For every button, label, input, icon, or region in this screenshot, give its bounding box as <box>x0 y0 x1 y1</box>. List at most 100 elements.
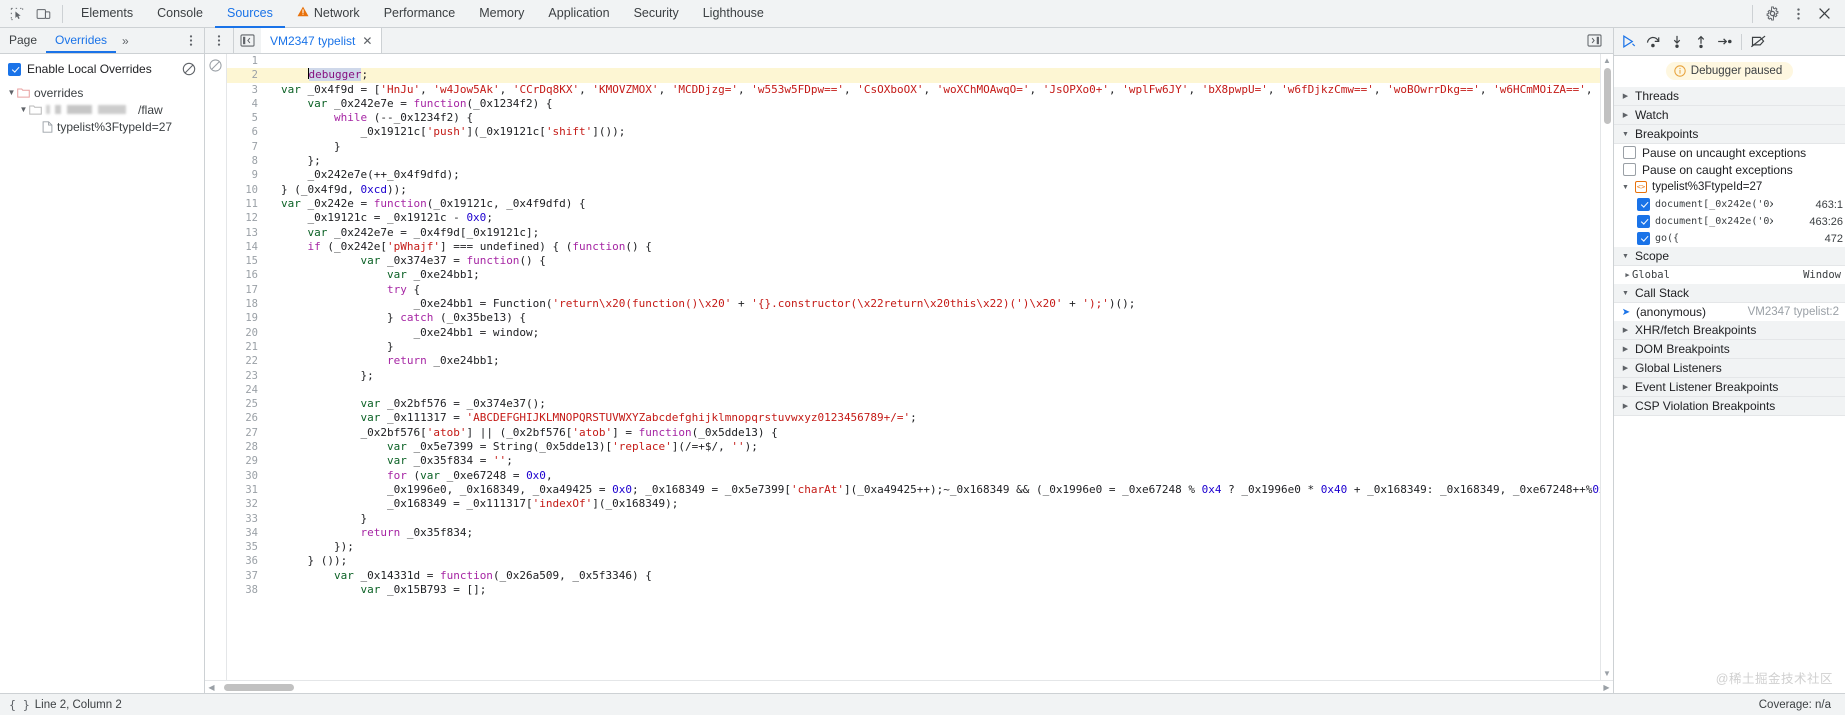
code-line[interactable]: 21 } <box>227 340 1600 354</box>
code-line[interactable]: 11 var _0x242e = function(_0x19121c, _0x4… <box>227 197 1600 211</box>
code-line[interactable]: 18 _0xe24bb1 = Function('return\x20(func… <box>227 297 1600 311</box>
navigator-tab-page[interactable]: Page <box>0 28 46 53</box>
chevron-right-icon[interactable]: ▶ <box>1621 111 1630 119</box>
tree-row-typelist-file[interactable]: ▼ typelist%3FtypeId=27 <box>0 118 204 135</box>
code-line[interactable]: 9 _0x242e7e(++_0x4f9dfd); <box>227 168 1600 182</box>
chevron-down-icon[interactable]: ▼ <box>6 88 17 97</box>
code-line-text[interactable]: var _0x111317 = 'ABCDEFGHIJKLMNOPQRSTUVW… <box>281 411 1600 425</box>
step-over-next-function-call-button[interactable] <box>1642 31 1664 53</box>
breakpoint-item[interactable]: document[_0x242e('0x15', 'r^7h⋯ 463:1 <box>1614 196 1845 213</box>
code-line-text[interactable]: }); <box>281 540 1600 554</box>
line-number[interactable]: 4 <box>227 97 267 111</box>
code-line[interactable]: 19 } catch (_0x35be13) { <box>227 311 1600 325</box>
code-line-text[interactable]: var _0x4f9d = ['HnJu', 'w4Jow5Ak', 'CCrD… <box>281 83 1600 97</box>
line-number[interactable]: 34 <box>227 526 267 540</box>
line-number[interactable]: 33 <box>227 512 267 526</box>
code-line-text[interactable]: var _0x242e = function(_0x19121c, _0x4f9… <box>281 197 1600 211</box>
chevron-right-icon[interactable]: ▶ <box>1621 383 1630 391</box>
code-line[interactable]: 5 while (--_0x1234f2) { <box>227 111 1600 125</box>
close-icon[interactable] <box>1811 2 1837 26</box>
pause-on-caught-exceptions-checkbox[interactable] <box>1623 163 1636 176</box>
code-line-text[interactable]: _0xe24bb1 = Function('return\x20(functio… <box>281 297 1600 311</box>
line-number[interactable]: 11 <box>227 197 267 211</box>
code-line-text[interactable] <box>281 383 1600 397</box>
breakpoint-enabled-checkbox[interactable] <box>1637 232 1650 245</box>
section-global-listeners[interactable]: ▶ Global Listeners <box>1614 359 1845 378</box>
code-line[interactable]: 4 var _0x242e7e = function(_0x1234f2) { <box>227 97 1600 111</box>
code-line-text[interactable]: var _0x374e37 = function() { <box>281 254 1600 268</box>
chevron-right-icon[interactable]: ▶ <box>1621 326 1630 334</box>
tab-console[interactable]: Console <box>145 0 215 28</box>
code-line-text[interactable]: _0x242e7e(++_0x4f9dfd); <box>281 168 1600 182</box>
line-number[interactable]: 6 <box>227 125 267 139</box>
breakpoint-item[interactable]: go({ 472 <box>1614 230 1845 247</box>
code-line[interactable]: 28 var _0x5e7399 = String(_0x5dde13)['re… <box>227 440 1600 454</box>
editor-more-options-icon[interactable] <box>205 28 233 53</box>
code-line[interactable]: 2 debugger; <box>227 68 1600 83</box>
close-tab-icon[interactable]: ✕ <box>362 35 372 47</box>
code-line-text[interactable]: var _0x242e7e = function(_0x1234f2) { <box>281 97 1600 111</box>
scroll-right-icon[interactable]: ▶ <box>1600 683 1613 692</box>
tab-lighthouse[interactable]: Lighthouse <box>691 0 776 28</box>
code-line[interactable]: 29 var _0x35f834 = ''; <box>227 454 1600 468</box>
code-line[interactable]: 1 <box>227 54 1600 68</box>
line-number[interactable]: 24 <box>227 383 267 397</box>
code-line[interactable]: 25 var _0x2bf576 = _0x374e37(); <box>227 397 1600 411</box>
line-number[interactable]: 29 <box>227 454 267 468</box>
code-line-text[interactable]: var _0x242e7e = _0x4f9d[_0x19121c]; <box>281 226 1600 240</box>
settings-gear-icon[interactable] <box>1759 2 1785 26</box>
code-line[interactable]: 27 _0x2bf576['atob'] || (_0x2bf576['atob… <box>227 426 1600 440</box>
code-line[interactable]: 32 _0x168349 = _0x111317['indexOf'](_0x1… <box>227 497 1600 511</box>
code-line[interactable]: 33 } <box>227 512 1600 526</box>
code-editor[interactable]: 12 debugger; 3 var _0x4f9d = ['HnJu', 'w4J… <box>205 54 1613 680</box>
pause-on-uncaught-exceptions-row[interactable]: Pause on uncaught exceptions <box>1614 144 1845 161</box>
code-line[interactable]: 26 var _0x111317 = 'ABCDEFGHIJKLMNOPQRST… <box>227 411 1600 425</box>
chevron-down-icon[interactable]: ▼ <box>18 105 29 114</box>
chevron-down-icon[interactable]: ▼ <box>1621 290 1630 297</box>
tree-row-overrides-folder[interactable]: ▼ overrides <box>0 84 204 101</box>
code-line[interactable]: 22 return _0xe24bb1; <box>227 354 1600 368</box>
tree-row-domain-folder[interactable]: ▼ /flaw <box>0 101 204 118</box>
code-line[interactable]: 23 }; <box>227 369 1600 383</box>
tab-memory[interactable]: Memory <box>467 0 536 28</box>
section-event-listener-breakpoints[interactable]: ▶ Event Listener Breakpoints <box>1614 378 1845 397</box>
code-line-text[interactable]: } <box>281 340 1600 354</box>
code-line-text[interactable]: debugger; <box>281 68 1600 82</box>
line-number[interactable]: 12 <box>227 211 267 225</box>
resume-script-execution-button[interactable] <box>1618 31 1640 53</box>
line-number[interactable]: 15 <box>227 254 267 268</box>
code-line[interactable]: 31 _0x1996e0, _0x168349, _0xa49425 = 0x0… <box>227 483 1600 497</box>
chevron-right-icon[interactable]: ▶ <box>1621 364 1630 372</box>
more-options-icon[interactable] <box>1785 2 1811 26</box>
device-toolbar-icon[interactable] <box>30 2 56 26</box>
line-number[interactable]: 3 <box>227 83 267 97</box>
code-line-text[interactable]: }; <box>281 154 1600 168</box>
code-line[interactable]: 14 if (_0x242e['pWhajf'] === undefined) … <box>227 240 1600 254</box>
chevron-down-icon[interactable]: ▼ <box>1621 253 1630 260</box>
line-number[interactable]: 13 <box>227 226 267 240</box>
code-line[interactable]: 13 var _0x242e7e = _0x4f9d[_0x19121c]; <box>227 226 1600 240</box>
code-line[interactable]: 3 var _0x4f9d = ['HnJu', 'w4Jow5Ak', 'CCr… <box>227 83 1600 97</box>
code-line-text[interactable]: } (_0x4f9d, 0xcd)); <box>281 183 1600 197</box>
code-line-text[interactable]: _0x19121c['push'](_0x19121c['shift']()); <box>281 125 1600 139</box>
scope-entry-global[interactable]: ▶ Global Window <box>1614 266 1845 284</box>
section-threads[interactable]: ▶ Threads <box>1614 87 1845 106</box>
line-number[interactable]: 19 <box>227 311 267 325</box>
editor-horizontal-scrollbar[interactable]: ◀ ▶ <box>205 680 1613 693</box>
code-line[interactable]: 20 _0xe24bb1 = window; <box>227 326 1600 340</box>
line-number[interactable]: 17 <box>227 283 267 297</box>
code-line-text[interactable]: var _0x2bf576 = _0x374e37(); <box>281 397 1600 411</box>
code-line-text[interactable]: for (var _0xe67248 = 0x0, <box>281 469 1600 483</box>
line-number[interactable]: 37 <box>227 569 267 583</box>
navigator-tab-overrides[interactable]: Overrides <box>46 28 117 53</box>
section-watch[interactable]: ▶ Watch <box>1614 106 1845 125</box>
scroll-down-icon[interactable]: ▼ <box>1601 667 1614 680</box>
step-into-next-function-call-button[interactable] <box>1666 31 1688 53</box>
step-out-of-current-function-button[interactable] <box>1690 31 1712 53</box>
section-dom-breakpoints[interactable]: ▶ DOM Breakpoints <box>1614 340 1845 359</box>
call-stack-frame[interactable]: ➤ (anonymous) VM2347 typelist:2 <box>1614 303 1845 321</box>
line-number[interactable]: 2 <box>227 68 267 82</box>
pause-on-caught-exceptions-row[interactable]: Pause on caught exceptions <box>1614 161 1845 178</box>
code-line-text[interactable]: var _0x35f834 = ''; <box>281 454 1600 468</box>
tab-security[interactable]: Security <box>622 0 691 28</box>
